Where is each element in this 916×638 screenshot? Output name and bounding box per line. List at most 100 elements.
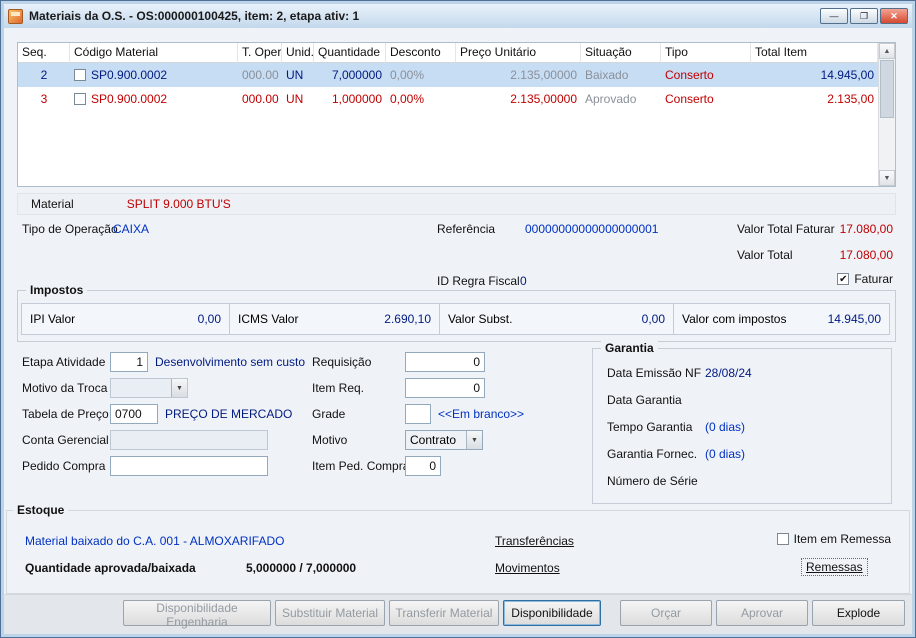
cell-total-item: 14.945,00 [820,68,874,82]
item-remessa-checkbox[interactable] [776,533,789,545]
valor-com-impostos-label: Valor com impostos [682,312,787,326]
data-emissao-nf-label: Data Emissão NF [607,366,702,380]
pedido-compra-input[interactable] [110,456,268,476]
maximize-icon: ❐ [859,10,869,21]
material-baixado-text: Material baixado do C.A. 001 - ALMOXARIF… [25,534,285,548]
quantidade-aprovada-value: 5,000000 / 7,000000 [246,561,357,575]
garantia-title: Garantia [601,341,658,355]
substituir-material-button[interactable]: Substituir Material [275,600,385,626]
tabela-preco-input[interactable] [110,404,158,424]
item-req-input[interactable] [405,378,485,398]
disponibilidade-button[interactable]: Disponibilidade [503,600,601,626]
cell-seq: 2 [40,68,48,82]
requisicao-input[interactable] [405,352,485,372]
valor-com-impostos-cell: Valor com impostos 14.945,00 [673,303,890,335]
col-header-toper: T. Oper [238,43,282,63]
scrollbar-thumb[interactable] [880,60,894,118]
col-header-tipo: Tipo [661,43,751,63]
col-header-preco-unitario: Preço Unitário [456,43,581,63]
cell-codigo: SP0.900.0002 [91,92,168,106]
id-regra-fiscal-label: ID Regra Fiscal [437,274,520,288]
tabela-preco-label: Tabela de Preço [22,407,109,421]
col-header-seq: Seq. [18,43,70,63]
valor-total-faturar-label: Valor Total Faturar [737,222,835,236]
impostos-groupbox: Impostos IPI Valor 0,00 ICMS Valor 2.690… [17,283,896,342]
explode-button[interactable]: Explode [812,600,905,626]
minimize-button[interactable]: — [820,8,848,24]
valor-subst-cell: Valor Subst. 0,00 [439,303,674,335]
movimentos-link[interactable]: Movimentos [495,561,560,575]
item-ped-compra-label: Item Ped. Compra [312,459,410,473]
cell-codigo: SP0.900.0002 [91,68,168,82]
data-emissao-nf-value: 28/08/24 [705,366,752,380]
orcar-button[interactable]: Orçar [620,600,712,626]
col-header-desconto: Desconto [386,43,456,63]
cell-preco-unitario: 2.135,00000 [510,68,577,82]
close-button[interactable]: ✕ [880,8,908,24]
materials-os-dialog: Materiais da O.S. - OS:000000100425, ite… [0,0,916,638]
faturar-checkbox[interactable]: ✔ [837,273,850,285]
icms-label: ICMS Valor [238,312,299,326]
cell-seq: 3 [40,92,48,106]
aprovar-button[interactable]: Aprovar [716,600,808,626]
faturar-checkbox-group[interactable]: ✔ Faturar [837,272,893,286]
material-label: Material [31,197,74,211]
cell-quantidade: 1,000000 [331,92,382,106]
conta-gerencial-input[interactable] [110,430,268,450]
scroll-down-icon: ▼ [883,174,891,182]
requisicao-label: Requisição [312,355,372,369]
cell-tipo: Conserto [665,68,714,82]
table-row[interactable]: 2 SP0.900.0002 000.00 UN 7,000000 0,00% … [18,63,895,87]
grade-input[interactable] [405,404,431,424]
scroll-down-button[interactable]: ▼ [879,170,895,186]
quantidade-aprovada-label: Quantidade aprovada/baixada [25,561,196,575]
row-select-checkbox[interactable] [74,69,86,81]
grade-desc: <<Em branco>> [438,407,525,421]
ipi-value: 0,00 [197,312,221,326]
app-icon [8,8,23,24]
close-icon: ✕ [890,10,898,21]
etapa-atividade-input[interactable] [110,352,148,372]
cell-desconto: 0,00% [390,68,425,82]
pedido-compra-label: Pedido Compra [22,459,106,473]
table-row[interactable]: 3 SP0.900.0002 000.00 UN 1,000000 0,00% … [18,87,895,111]
cell-desconto: 0,00% [390,92,425,106]
transferir-material-button[interactable]: Transferir Material [389,600,499,626]
estoque-groupbox: Estoque Material baixado do C.A. 001 - A… [6,503,910,594]
check-icon: ✔ [839,273,848,285]
vertical-scrollbar[interactable]: ▲ ▼ [878,43,895,186]
icms-cell: ICMS Valor 2.690,10 [229,303,440,335]
col-header-codigo: Código Material [70,43,238,63]
motivo-select[interactable]: Contrato ▼ [405,430,483,450]
col-header-situacao: Situação [581,43,661,63]
garantia-fornec-label: Garantia Fornec. [607,447,698,461]
grid-header: Seq. Código Material T. Oper Unid. Quant… [18,43,895,63]
referencia-label: Referência [437,222,496,236]
disponibilidade-engenharia-button[interactable]: Disponibilidade Engenharia [123,600,271,629]
row-select-checkbox[interactable] [74,93,86,105]
valor-total-value: 17.080,00 [839,248,893,262]
estoque-title: Estoque [13,503,69,517]
cell-toper: 000.00 [242,68,279,82]
cell-unid: UN [286,68,304,82]
ipi-cell: IPI Valor 0,00 [21,303,230,335]
scroll-up-button[interactable]: ▲ [879,43,895,59]
etapa-atividade-desc: Desenvolvimento sem custo [155,355,306,369]
faturar-label: Faturar [854,272,893,286]
maximize-button[interactable]: ❐ [850,8,878,24]
impostos-title: Impostos [26,283,88,297]
motivo-troca-select[interactable]: ▼ [110,378,188,398]
cell-preco-unitario: 2.135,00000 [510,92,577,106]
transferencias-link[interactable]: Transferências [495,534,574,548]
tipo-operacao-value: CAIXA [113,222,150,236]
tabela-preco-desc: PREÇO DE MERCADO [165,407,293,421]
grade-label: Grade [312,407,346,421]
ipi-label: IPI Valor [30,312,76,326]
item-ped-compra-input[interactable] [405,456,441,476]
item-remessa-label: Item em Remessa [793,532,891,546]
item-remessa-checkbox-group[interactable]: Item em Remessa [776,532,891,546]
remessas-link[interactable]: Remessas [801,558,868,576]
motivo-troca-label: Motivo da Troca [22,381,108,395]
numero-serie-label: Número de Série [607,474,698,488]
tipo-operacao-label: Tipo de Operação [22,222,118,236]
